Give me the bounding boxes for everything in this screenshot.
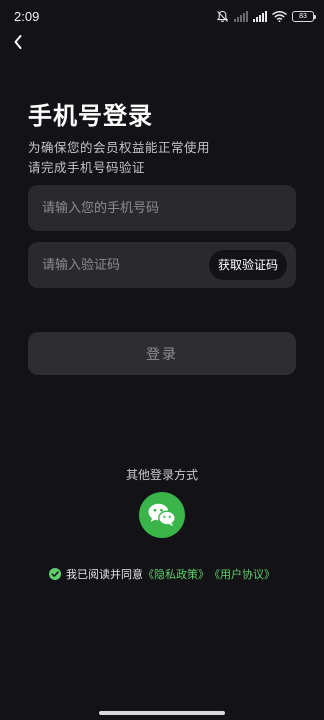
home-indicator[interactable] bbox=[99, 711, 225, 715]
verification-code-input[interactable] bbox=[42, 242, 212, 288]
login-button[interactable]: 登录 bbox=[28, 332, 296, 375]
status-bar: 2:09 83 bbox=[0, 0, 324, 32]
agree-checkbox[interactable] bbox=[49, 568, 66, 580]
wechat-login-button[interactable] bbox=[139, 492, 185, 538]
page-title: 手机号登录 bbox=[28, 102, 153, 130]
agreement-row: 我已阅读并同意 《隐私政策》 《用户协议》 bbox=[0, 566, 324, 582]
subtitle-line-1: 为确保您的会员权益能正常使用 bbox=[28, 140, 211, 155]
subtitle-line-2: 请完成手机号码验证 bbox=[28, 160, 146, 175]
other-login-label: 其他登录方式 bbox=[125, 468, 198, 482]
get-code-button[interactable]: 获取验证码 bbox=[208, 250, 287, 280]
check-circle-icon bbox=[49, 568, 61, 580]
privacy-policy-link[interactable]: 《隐私政策》 bbox=[143, 566, 209, 582]
wechat-icon bbox=[148, 503, 176, 527]
chevron-left-icon bbox=[14, 35, 22, 49]
status-time: 2:09 bbox=[14, 9, 40, 24]
back-button[interactable] bbox=[8, 30, 28, 54]
status-icons: 83 bbox=[216, 9, 316, 23]
login-screen: 2:09 83 手机号登录 为确保您的会员权益能正常使用 请完成手机号码验证 请… bbox=[0, 0, 324, 720]
bell-muted-icon bbox=[216, 10, 229, 23]
code-field-container: 获取验证码 bbox=[28, 242, 296, 288]
phone-input[interactable] bbox=[42, 185, 282, 231]
battery-icon: 83 bbox=[292, 10, 316, 22]
user-agreement-link[interactable]: 《用户协议》 bbox=[209, 566, 275, 582]
phone-field-container bbox=[28, 185, 296, 231]
signal-icon-1 bbox=[234, 10, 248, 22]
battery-level: 83 bbox=[299, 12, 307, 20]
agreement-text: 我已阅读并同意 bbox=[66, 568, 143, 581]
signal-icon-2 bbox=[253, 10, 267, 22]
wifi-icon bbox=[272, 10, 287, 22]
